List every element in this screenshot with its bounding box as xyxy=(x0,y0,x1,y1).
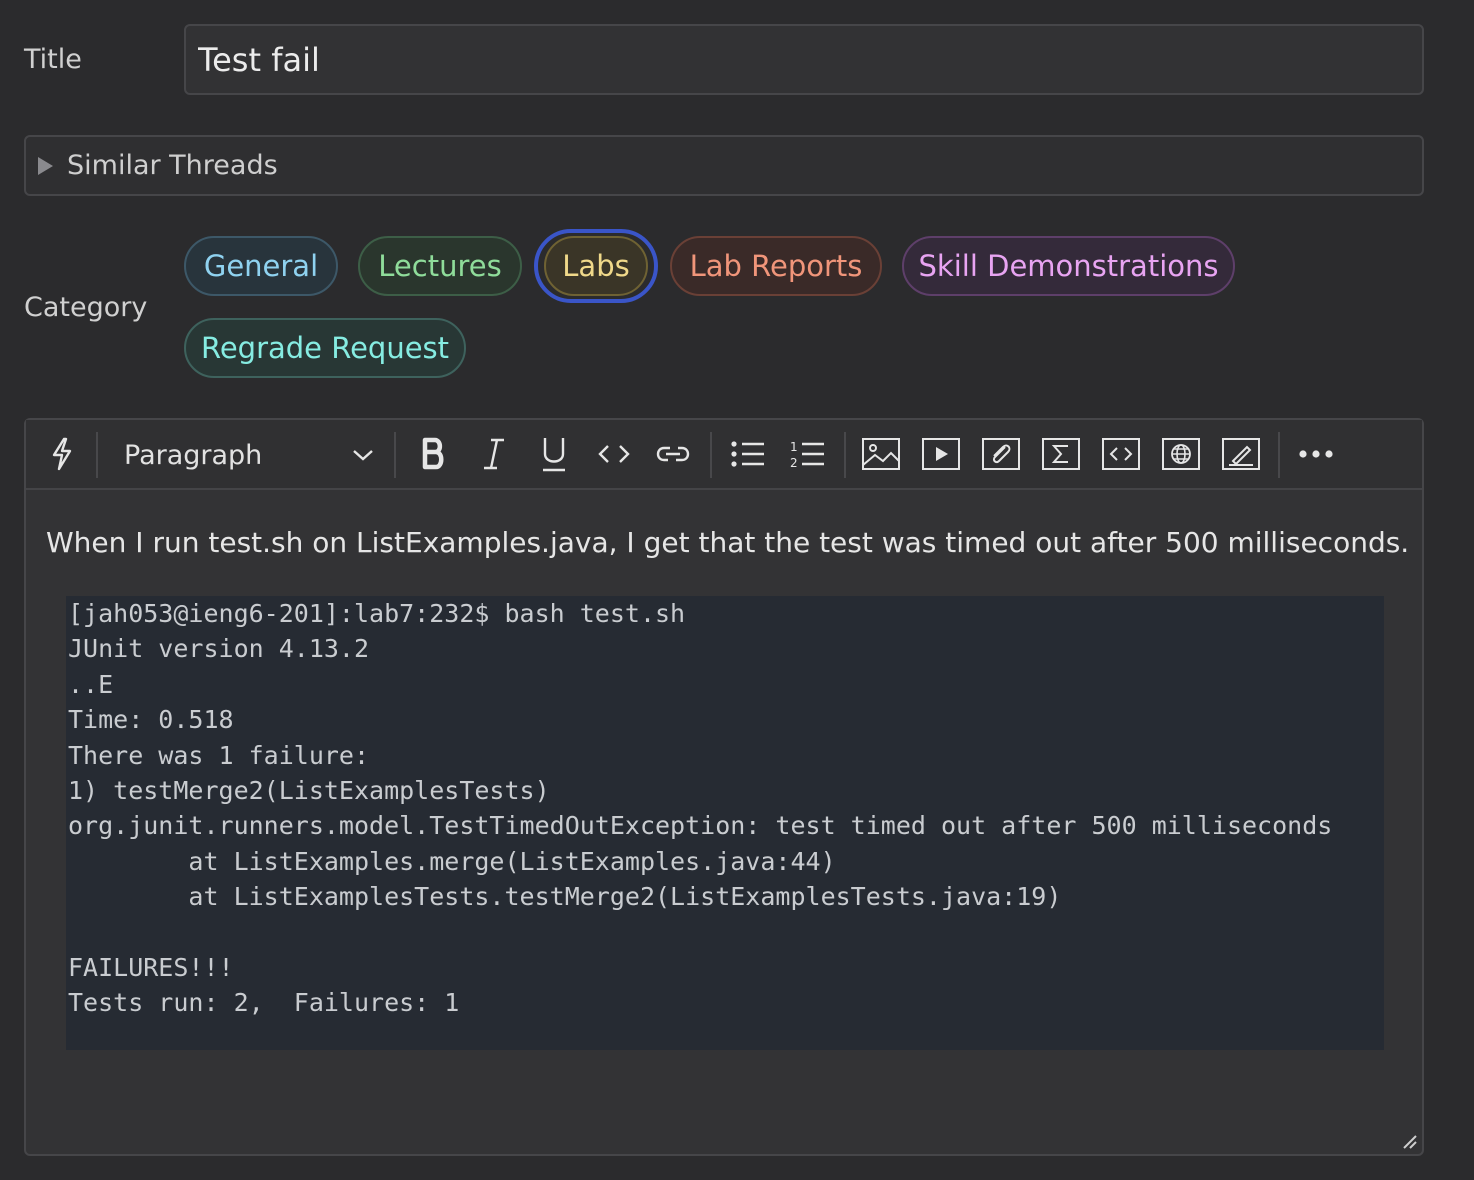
toolbar-divider xyxy=(96,432,98,478)
code-block-icon[interactable] xyxy=(1100,434,1142,474)
category-chip-regrade-request[interactable]: Regrade Request xyxy=(184,318,466,378)
image-icon[interactable] xyxy=(860,434,902,474)
expand-triangle-icon xyxy=(38,156,53,175)
toolbar-divider xyxy=(710,432,712,478)
category-chip-skill-demonstrations[interactable]: Skill Demonstrations xyxy=(902,236,1235,296)
web-embed-icon[interactable] xyxy=(1160,434,1202,474)
code-block-content: [jah053@ieng6-201]:lab7:232$ bash test.s… xyxy=(68,599,1333,1018)
code-block[interactable]: [jah053@ieng6-201]:lab7:232$ bash test.s… xyxy=(66,596,1384,1050)
category-chip-lab-reports[interactable]: Lab Reports xyxy=(670,236,882,296)
paragraph-style-value: Paragraph xyxy=(124,439,263,471)
toolbar-divider xyxy=(844,432,846,478)
bullet-list-icon[interactable] xyxy=(728,434,768,474)
paragraph-style-select[interactable]: Paragraph xyxy=(124,434,374,476)
chevron-down-icon xyxy=(353,450,373,461)
title-input[interactable] xyxy=(184,24,1424,95)
svg-text:1: 1 xyxy=(790,440,798,454)
toolbar-divider xyxy=(394,432,396,478)
similar-threads-toggle[interactable]: Similar Threads xyxy=(24,135,1424,196)
similar-threads-label: Similar Threads xyxy=(67,150,278,181)
video-icon[interactable] xyxy=(920,434,962,474)
category-chip-general[interactable]: General xyxy=(184,236,338,296)
attachment-icon[interactable] xyxy=(980,434,1022,474)
math-icon[interactable] xyxy=(1040,434,1082,474)
category-chip-lectures[interactable]: Lectures xyxy=(358,236,522,296)
italic-icon[interactable] xyxy=(474,434,514,474)
post-editor: Paragraph 12 When I run test.sh on ListE… xyxy=(24,418,1424,1156)
editor-toolbar: Paragraph 12 xyxy=(26,420,1422,490)
post-body-paragraph[interactable]: When I run test.sh on ListExamples.java,… xyxy=(46,526,1409,559)
category-label: Category xyxy=(24,292,148,323)
category-chip-labs[interactable]: Labs xyxy=(544,236,648,296)
underline-icon[interactable] xyxy=(534,434,574,474)
more-icon[interactable] xyxy=(1296,434,1336,474)
numbered-list-icon[interactable]: 12 xyxy=(788,434,828,474)
resize-handle-icon[interactable] xyxy=(1402,1134,1418,1150)
bolt-icon[interactable] xyxy=(46,434,78,474)
title-label: Title xyxy=(24,44,82,75)
bold-icon[interactable] xyxy=(414,434,454,474)
inline-code-icon[interactable] xyxy=(594,434,634,474)
link-icon[interactable] xyxy=(652,434,694,474)
drawing-icon[interactable] xyxy=(1220,434,1262,474)
svg-text:2: 2 xyxy=(790,456,798,469)
toolbar-divider xyxy=(1278,432,1280,478)
